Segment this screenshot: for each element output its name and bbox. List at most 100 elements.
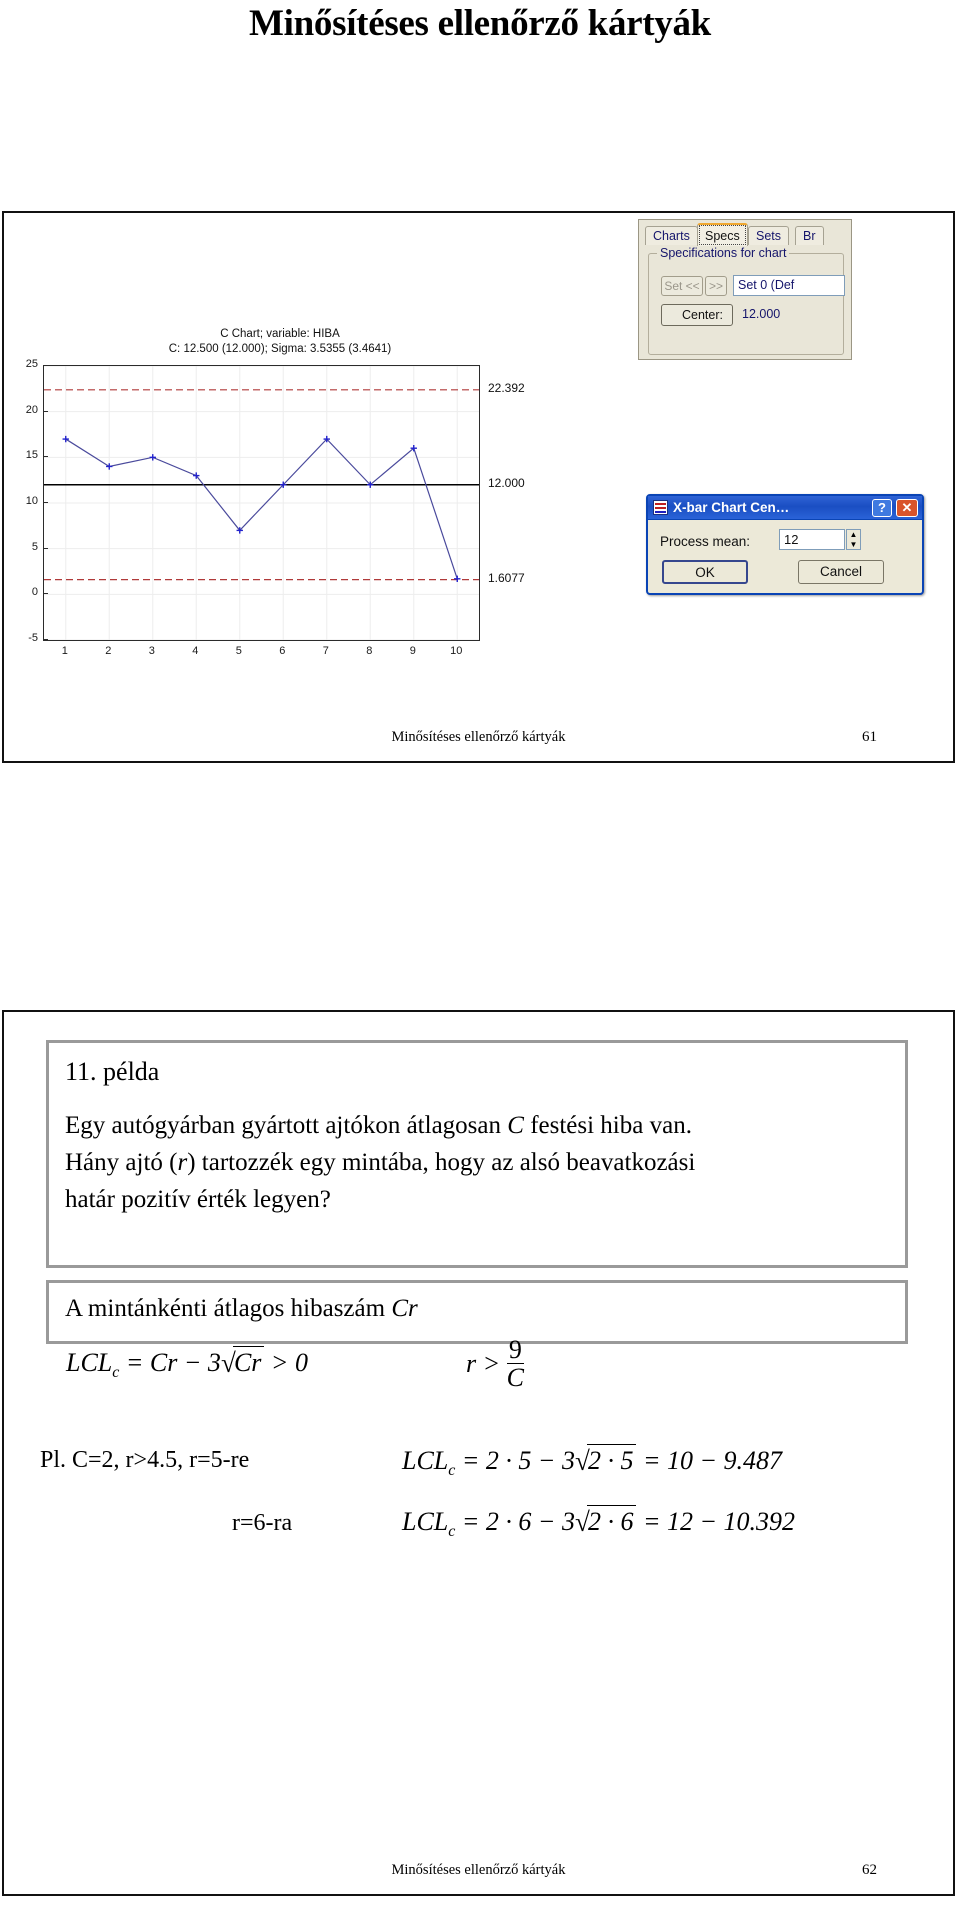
y-tick-label: 15: [25, 449, 38, 462]
center-button[interactable]: Center:: [661, 304, 733, 326]
control-chart: C Chart; variable: HIBA C: 12.500 (12.00…: [10, 327, 650, 707]
y-tick-mark: [43, 410, 48, 412]
process-mean-spinner[interactable]: ▲ ▼: [846, 529, 861, 550]
footer-page-number: 62: [862, 1862, 877, 1878]
lcl1-tail: > 0: [264, 1348, 308, 1377]
dialog-title: X-bar Chart Cen…: [673, 500, 790, 515]
formula-r-bound: r > 9C: [466, 1335, 525, 1394]
lcl2-radicand: 2 · 5: [586, 1444, 637, 1476]
plot-svg: [44, 366, 479, 640]
lcl3-radicand: 2 · 6: [586, 1505, 637, 1537]
mean-textbox: A mintánkénti átlagos hibaszám Cr: [46, 1280, 908, 1344]
example-values-label: Pl. C=2, r>4.5, r=5-re: [40, 1447, 250, 1473]
example-line1-a: Egy autógyárban gyártott ajtókon átlagos…: [65, 1112, 508, 1139]
help-icon[interactable]: ?: [872, 499, 892, 517]
x-tick-label: 1: [61, 645, 68, 657]
ucl-value-label: 22.392: [488, 380, 525, 395]
xbar-chart-center-dialog[interactable]: X-bar Chart Cen… ? ✕ Process mean: 12 ▲ …: [646, 494, 924, 595]
example-line-3: határ pozitív érték legyen?: [65, 1186, 331, 1213]
lcl-value-label: 1.6077: [488, 570, 525, 585]
example-line1-b: festési hiba van.: [523, 1112, 692, 1139]
y-tick-mark: [43, 593, 48, 595]
fraction-denominator: C: [506, 1363, 525, 1393]
sqrt-icon: √: [574, 1507, 590, 1537]
mean-text-cr: Cr: [391, 1295, 418, 1322]
lcl1-lhs: LCL: [66, 1348, 113, 1377]
example-line-1: Egy autógyárban gyártott ajtókon átlagos…: [65, 1107, 891, 1144]
y-tick-mark: [43, 502, 48, 503]
gridlines: [44, 366, 479, 640]
y-tick-mark: [43, 456, 48, 458]
tab-sets[interactable]: Sets: [748, 226, 790, 245]
x-tick-label: 10: [450, 645, 463, 657]
footer-page-number: 61: [862, 729, 877, 745]
slide-footer: Minősítéses ellenőrző kártyák 61: [4, 729, 953, 749]
r6-label: r=6-ra: [232, 1510, 293, 1536]
mean-text: A mintánkénti átlagos hibaszám Cr: [65, 1295, 418, 1323]
lcl2-mid: = 2 · 5 − 3: [455, 1446, 575, 1475]
lcl1-radicand: Cr: [232, 1346, 265, 1378]
x-tick-label: 9: [409, 645, 416, 657]
sqrt-group: √ 2 · 6: [575, 1505, 637, 1537]
dialog-titlebar[interactable]: X-bar Chart Cen… ? ✕: [648, 496, 922, 520]
set-combobox[interactable]: Set 0 (Def: [733, 275, 845, 296]
y-tick-label: 0: [31, 586, 38, 599]
tab-charts[interactable]: Charts: [645, 226, 698, 245]
y-tick-mark: [43, 365, 48, 366]
r-gt: r >: [466, 1348, 507, 1378]
chart-subtitle: C: 12.500 (12.000); Sigma: 3.5355 (3.464…: [168, 343, 392, 355]
mean-text-a: A mintánkénti átlagos hibaszám: [65, 1295, 392, 1322]
formula-lcl-general: LCLc = Cr − 3 √ Cr > 0: [66, 1346, 308, 1382]
lcl1-mid: = Cr − 3: [119, 1348, 221, 1377]
footer-title: Minősítéses ellenőrző kártyák: [391, 729, 566, 745]
example-line2-a: Hány ajtó (: [65, 1149, 178, 1176]
fraction-numerator: 9: [508, 1335, 522, 1364]
specs-tabstrip: Charts Specs Sets Br: [639, 223, 851, 247]
fraction-9-over-C: 9C: [506, 1335, 525, 1393]
x-tick-label: 7: [322, 645, 329, 657]
lcl3-tail: = 12 − 10.392: [636, 1507, 796, 1536]
set-previous-button[interactable]: Set <<: [661, 276, 703, 296]
y-tick-label: 25: [25, 358, 38, 370]
example-line2-b: ) tartozzék egy mintába, hogy az alsó be…: [187, 1149, 696, 1176]
x-tick-label: 3: [148, 645, 155, 657]
tab-browse[interactable]: Br: [795, 226, 824, 245]
page-title: Minősítéses ellenőrző kártyák: [249, 3, 711, 44]
data-series: [65, 438, 458, 579]
chart-title: C Chart; variable: HIBA: [220, 328, 340, 340]
y-tick-mark: [43, 639, 48, 640]
example-heading: 11. példa: [65, 1057, 160, 1086]
ok-button[interactable]: OK: [662, 560, 748, 584]
lcl3-lhs: LCL: [402, 1507, 449, 1536]
statistica-specs-panel[interactable]: Charts Specs Sets Br Specifications for …: [638, 219, 852, 360]
specifications-groupbox-title: Specifications for chart: [657, 246, 790, 260]
sqrt-group: √ 2 · 5: [575, 1444, 637, 1476]
example-line2-r: r: [177, 1149, 188, 1176]
example-body: Egy autógyárban gyártott ajtókon átlagos…: [65, 1107, 891, 1218]
cancel-button[interactable]: Cancel: [798, 560, 884, 584]
x-tick-label: 6: [279, 645, 286, 657]
example-textbox: 11. példa Egy autógyárban gyártott ajtók…: [46, 1040, 908, 1268]
tab-specs[interactable]: Specs: [697, 223, 748, 247]
x-tick-label: 2: [105, 645, 112, 657]
formula-lcl-r6: LCLc = 2 · 6 − 3 √ 2 · 6 = 12 − 10.392: [402, 1505, 795, 1541]
spinner-up-icon[interactable]: ▲: [847, 530, 860, 539]
spinner-down-icon[interactable]: ▼: [847, 540, 860, 549]
close-icon[interactable]: ✕: [896, 499, 918, 517]
plot-area: [43, 365, 480, 641]
x-tick-label: 8: [366, 645, 373, 657]
sqrt-group: √ Cr: [220, 1346, 265, 1378]
footer-title: Minősítéses ellenőrző kártyák: [391, 1862, 566, 1878]
chart-window-icon: [653, 500, 668, 515]
sqrt-icon: √: [574, 1446, 590, 1476]
lcl2-lhs: LCL: [402, 1446, 449, 1475]
slide-61: C Chart; variable: HIBA C: 12.500 (12.00…: [2, 211, 955, 763]
example-line-2: Hány ajtó (r) tartozzék egy mintába, hog…: [65, 1144, 891, 1181]
y-tick-label: 10: [25, 495, 38, 507]
process-mean-label: Process mean:: [660, 534, 751, 549]
x-tick-label: 4: [192, 645, 199, 657]
sqrt-icon: √: [220, 1348, 236, 1378]
set-next-button[interactable]: >>: [705, 276, 727, 296]
lcl2-tail: = 10 − 9.487: [636, 1446, 783, 1475]
process-mean-input[interactable]: 12: [779, 529, 845, 550]
